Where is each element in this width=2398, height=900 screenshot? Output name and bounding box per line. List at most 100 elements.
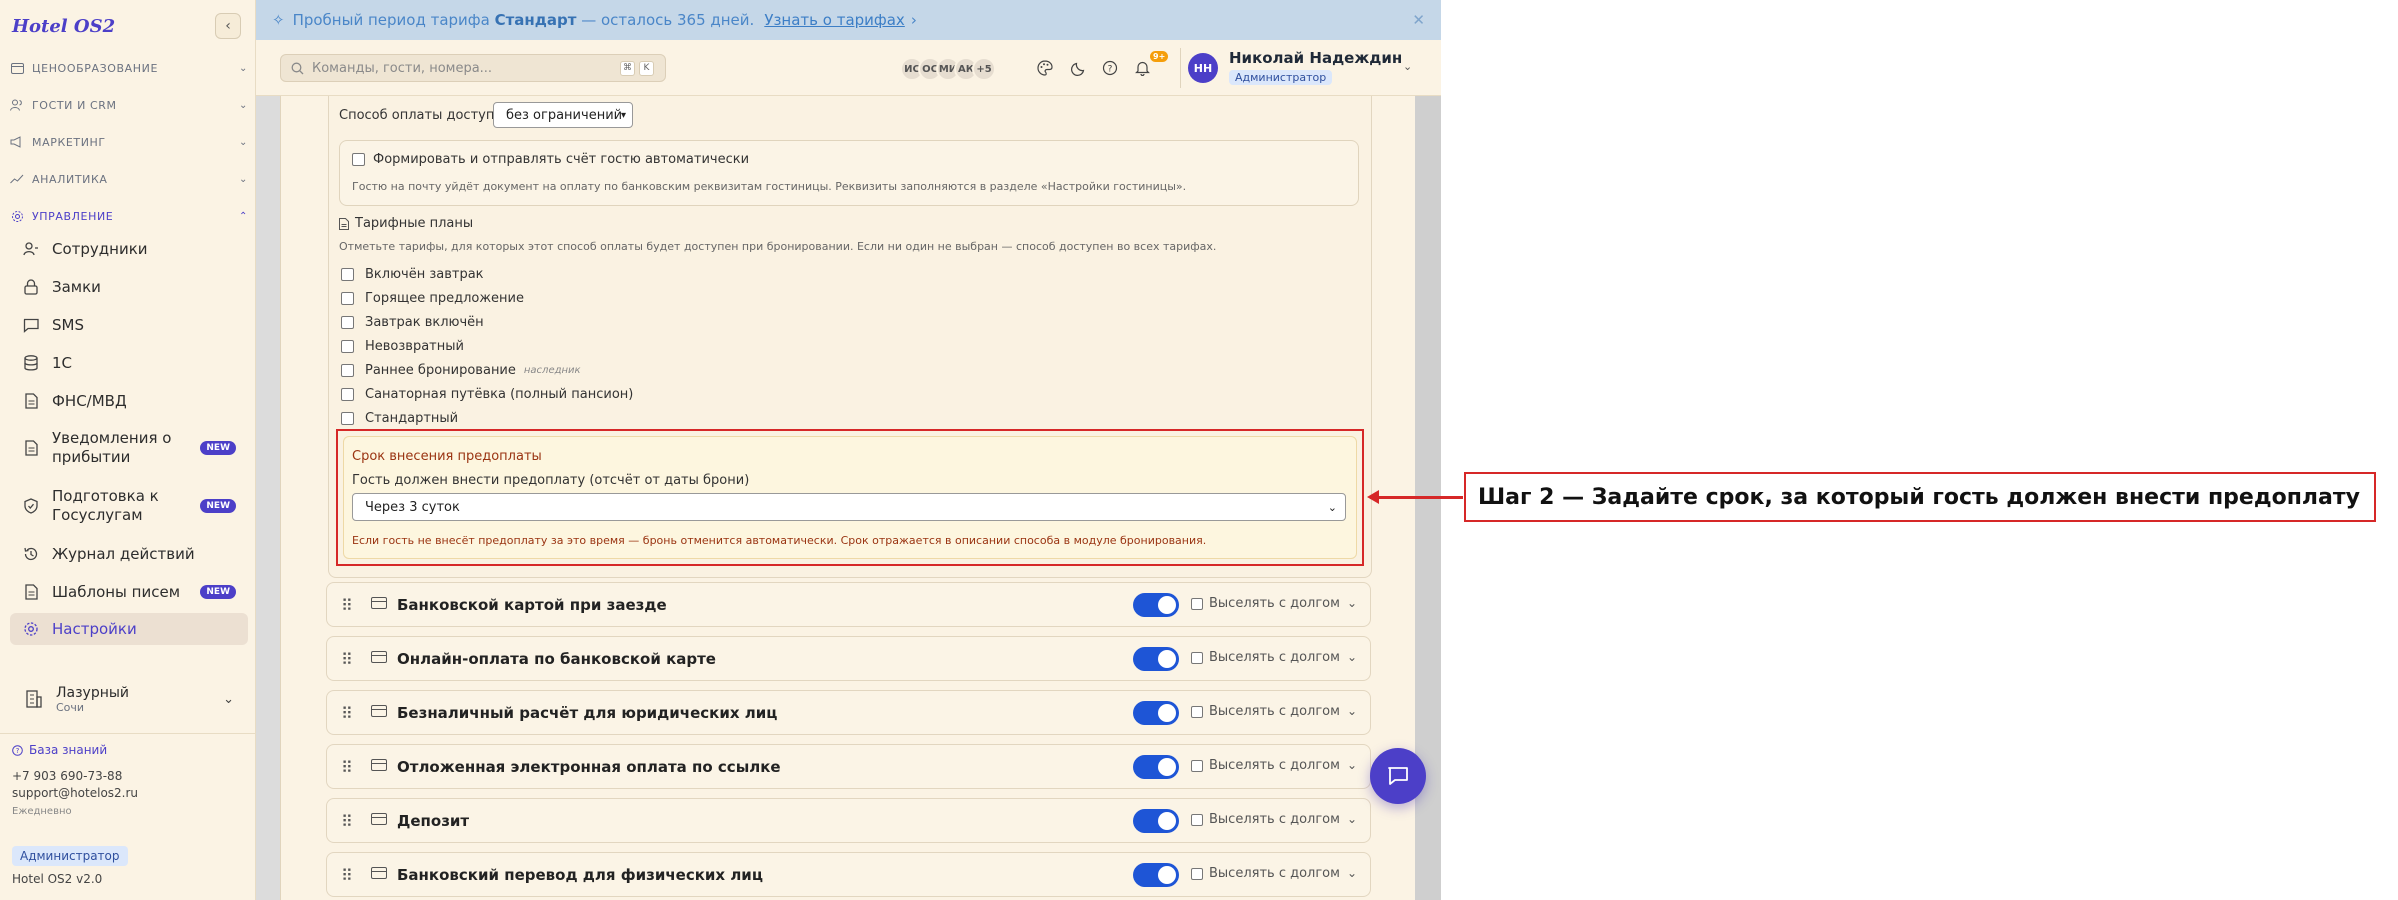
support-chat-button[interactable]: [1370, 748, 1426, 804]
user-avatar[interactable]: НН: [1188, 53, 1218, 83]
payment-method-toggle[interactable]: [1133, 755, 1179, 779]
evict-with-debt-checkbox[interactable]: [1191, 651, 1203, 664]
payment-method-row[interactable]: ⠿ Банковской картой при заезде Выселять …: [326, 582, 1371, 627]
evict-with-debt-checkbox[interactable]: [1191, 597, 1203, 610]
evict-with-debt-option[interactable]: Выселять с долгом: [1191, 704, 1340, 719]
building-icon: [26, 690, 42, 708]
tariffs-link[interactable]: Узнать о тарифах: [764, 11, 905, 29]
chevron-down-icon[interactable]: ⌄: [1347, 596, 1357, 610]
sidebar-item-arrival-notifications[interactable]: Уведомления о прибытии NEW: [10, 426, 248, 470]
chevron-down-icon[interactable]: ⌄: [1347, 866, 1357, 880]
chevron-down-icon[interactable]: ⌄: [1403, 60, 1412, 73]
drag-handle-icon[interactable]: ⠿: [341, 650, 353, 669]
knowledge-base-link[interactable]: ? База знаний: [12, 743, 107, 757]
nav-group-marketing[interactable]: МАРКЕТИНГ ⌄: [10, 130, 248, 154]
evict-with-debt-checkbox[interactable]: [1191, 759, 1203, 772]
nav-group-label: АНАЛИТИКА: [32, 172, 108, 186]
tariff-option[interactable]: Невозвратный: [341, 336, 464, 356]
nav-group-label: ЦЕНООБРАЗОВАНИЕ: [32, 61, 159, 75]
tariff-checkbox[interactable]: [341, 291, 354, 305]
auto-invoice-checkbox[interactable]: [352, 153, 365, 166]
tariff-label: Невозвратный: [365, 338, 464, 354]
online-users[interactable]: ИС ОС МИ АК +5: [900, 57, 996, 81]
banner-plan: Стандарт: [494, 11, 577, 29]
sidebar-item-sms[interactable]: SMS: [10, 312, 248, 338]
payment-method-toggle[interactable]: [1133, 809, 1179, 833]
drag-handle-icon[interactable]: ⠿: [341, 596, 353, 615]
payment-method-toggle[interactable]: [1133, 593, 1179, 617]
message-icon: [22, 316, 40, 334]
tariff-option[interactable]: Включён завтрак: [341, 264, 484, 284]
nav-group-guests-crm[interactable]: ГОСТИ И CRM ⌄: [10, 93, 248, 117]
users-icon: [10, 98, 24, 112]
chevron-down-icon[interactable]: ⌄: [1347, 650, 1357, 664]
tariff-label: Стандартный: [365, 410, 459, 426]
payment-method-toggle[interactable]: [1133, 863, 1179, 887]
command-search[interactable]: Команды, гости, номера... ⌘ K: [280, 54, 666, 82]
drag-handle-icon[interactable]: ⠿: [341, 758, 353, 777]
support-email[interactable]: support@hotelos2.ru: [12, 786, 138, 800]
evict-with-debt-option[interactable]: Выселять с долгом: [1191, 650, 1340, 665]
sidebar-item-locks[interactable]: Замки: [10, 274, 248, 300]
collapse-sidebar-button[interactable]: ‹: [215, 13, 241, 39]
tariff-checkbox[interactable]: [341, 411, 354, 425]
nav-group-management[interactable]: УПРАВЛЕНИЕ ⌃: [10, 204, 248, 228]
sidebar-item-staff[interactable]: Сотрудники: [10, 236, 248, 262]
nav-group-analytics[interactable]: АНАЛИТИКА ⌄: [10, 167, 248, 191]
evict-with-debt-checkbox[interactable]: [1191, 705, 1203, 718]
moon-icon[interactable]: [1067, 57, 1089, 79]
user-name[interactable]: Николай Надеждин: [1229, 49, 1402, 67]
drag-handle-icon[interactable]: ⠿: [341, 812, 353, 831]
payment-method-toggle[interactable]: [1133, 701, 1179, 725]
hotel-switcher[interactable]: Лазурный Сочи ⌄: [14, 676, 242, 722]
sidebar-item-fns-mvd[interactable]: ФНС/МВД: [10, 388, 248, 414]
chevron-down-icon[interactable]: ⌄: [1347, 812, 1357, 826]
payment-availability-select[interactable]: без ограничений ▾: [493, 102, 633, 128]
sidebar-item-1c[interactable]: 1С: [10, 350, 248, 376]
payment-method-toggle[interactable]: [1133, 647, 1179, 671]
sidebar-item-email-templates[interactable]: Шаблоны писем NEW: [10, 579, 248, 605]
payment-method-row[interactable]: ⠿ Отложенная электронная оплата по ссылк…: [326, 744, 1371, 789]
more-users-avatar[interactable]: +5: [972, 57, 996, 81]
palette-icon[interactable]: [1034, 57, 1056, 79]
evict-with-debt-option[interactable]: Выселять с долгом: [1191, 812, 1340, 827]
sidebar-item-label: SMS: [52, 316, 84, 334]
help-icon[interactable]: ?: [1099, 57, 1121, 79]
payment-method-row[interactable]: ⠿ Банковский перевод для физических лиц …: [326, 852, 1371, 897]
payment-method-row[interactable]: ⠿ Депозит Выселять с долгом ⌄: [326, 798, 1371, 843]
evict-with-debt-option[interactable]: Выселять с долгом: [1191, 758, 1340, 773]
drag-handle-icon[interactable]: ⠿: [341, 704, 353, 723]
tariff-option[interactable]: Горящее предложение: [341, 288, 524, 308]
tariff-checkbox[interactable]: [341, 387, 354, 401]
evict-with-debt-label: Выселять с долгом: [1209, 596, 1340, 611]
chevron-down-icon[interactable]: ⌄: [1347, 758, 1357, 772]
bell-icon[interactable]: [1131, 57, 1153, 79]
payment-method-name: Отложенная электронная оплата по ссылке: [397, 758, 781, 776]
tariff-option[interactable]: Стандартный: [341, 408, 458, 428]
support-phone[interactable]: +7 903 690-73-88: [12, 769, 122, 783]
evict-with-debt-option[interactable]: Выселять с долгом: [1191, 596, 1340, 611]
evict-with-debt-checkbox[interactable]: [1191, 867, 1203, 880]
tariff-option[interactable]: Санаторная путёвка (полный пансион): [341, 384, 633, 404]
sidebar-item-gosuslugi-prep[interactable]: Подготовка к Госуслугам NEW: [10, 484, 248, 528]
sidebar-item-action-log[interactable]: Журнал действий: [10, 541, 248, 567]
tariff-option[interactable]: Завтрак включён: [341, 312, 484, 332]
brand-logo[interactable]: Hotel OS2: [12, 16, 115, 37]
auto-invoice-option[interactable]: Формировать и отправлять счёт гостю авто…: [352, 152, 749, 167]
tariff-checkbox[interactable]: [341, 315, 354, 329]
payment-method-row[interactable]: ⠿ Безналичный расчёт для юридических лиц…: [326, 690, 1371, 735]
auto-invoice-label: Формировать и отправлять счёт гостю авто…: [373, 152, 750, 167]
tariff-checkbox[interactable]: [341, 267, 354, 281]
sidebar-item-settings[interactable]: Настройки: [10, 613, 248, 645]
tariff-tag: наследник: [523, 364, 581, 376]
evict-with-debt-option[interactable]: Выселять с долгом: [1191, 866, 1340, 881]
drag-handle-icon[interactable]: ⠿: [341, 866, 353, 885]
tariff-option[interactable]: Раннее бронирование наследник: [341, 360, 581, 380]
chevron-down-icon[interactable]: ⌄: [1347, 704, 1357, 718]
evict-with-debt-checkbox[interactable]: [1191, 813, 1203, 826]
payment-method-row[interactable]: ⠿ Онлайн-оплата по банковской карте Высе…: [326, 636, 1371, 681]
tariff-checkbox[interactable]: [341, 339, 354, 353]
nav-group-pricing[interactable]: ЦЕНООБРАЗОВАНИЕ ⌄: [10, 56, 248, 80]
tariff-checkbox[interactable]: [341, 363, 354, 377]
close-banner-button[interactable]: ✕: [1412, 11, 1425, 29]
